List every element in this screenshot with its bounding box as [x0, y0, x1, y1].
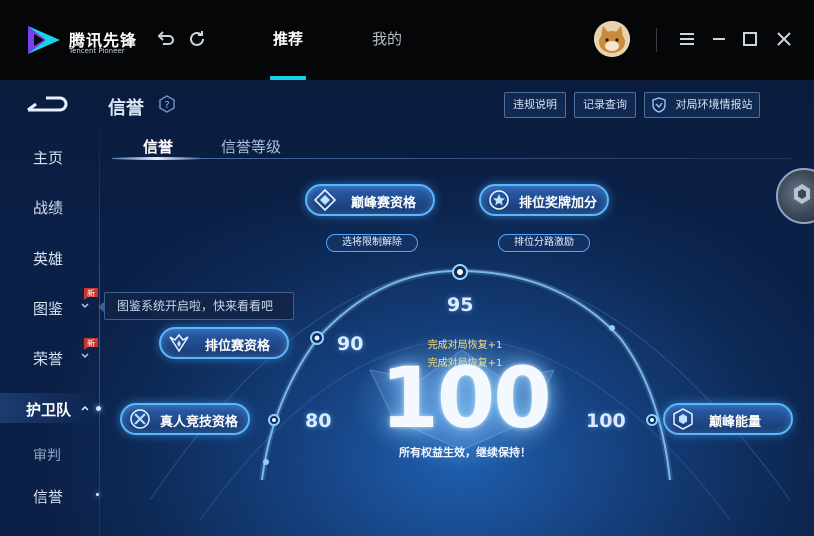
sidebar-item-honor[interactable]: 荣誉 新: [0, 338, 100, 372]
peak-diamond-icon: [313, 188, 337, 212]
sidebar-item-judge[interactable]: 审判: [0, 439, 100, 469]
refresh-icon[interactable]: [186, 28, 208, 50]
title-bar: 腾讯先锋 Tencent Pioneer 推荐 我的: [0, 0, 814, 80]
tab-recommend[interactable]: 推荐: [273, 28, 303, 49]
pill-label: 排位奖牌加分: [519, 196, 598, 211]
rank-wings-icon: [169, 333, 189, 353]
chevron-down-icon[interactable]: [80, 351, 90, 361]
sub-tab-divider: [112, 158, 792, 159]
sidebar: 主页 战绩 英雄 图鉴 新 荣誉 新 护卫队 审判 信誉: [0, 130, 104, 536]
side-drawer-handle[interactable]: [776, 168, 814, 224]
logo-subtext: Tencent Pioneer: [69, 47, 125, 55]
pill-label: 巅峰赛资格: [351, 196, 417, 211]
sidebar-item-label: 战绩: [33, 199, 64, 217]
new-badge: 新: [84, 338, 98, 350]
peak-energy-button[interactable]: 巅峰能量: [663, 403, 793, 435]
energy-hexagon-icon: [673, 408, 693, 430]
credit-panel: 信誉 ? 违规说明 记录查询 对局环境情报站 信誉 信誉等级 主页 战绩 英雄 …: [0, 80, 814, 536]
pill-label: 排位赛资格: [205, 339, 271, 354]
sidebar-item-label: 图鉴: [33, 300, 64, 318]
tab-mine[interactable]: 我的: [372, 28, 402, 49]
peak-qualification-button[interactable]: 巅峰赛资格: [305, 184, 435, 216]
sidebar-active-dot: [96, 406, 101, 411]
tab-credit-level[interactable]: 信誉等级: [221, 136, 281, 157]
rank-qualification-button[interactable]: 排位赛资格: [159, 327, 289, 359]
minimize-icon[interactable]: [708, 28, 730, 50]
logo-mark-icon: [28, 26, 60, 54]
atlas-tooltip: 图鉴系统开启啦，快来看看吧: [98, 292, 294, 320]
credit-score: 100: [380, 349, 551, 447]
title-bar-divider: [656, 28, 657, 52]
new-badge: 新: [84, 288, 98, 300]
undo-icon[interactable]: [155, 28, 177, 50]
menu-icon[interactable]: [676, 28, 698, 50]
tier-label-100: 100: [586, 410, 626, 432]
sidebar-item-label: 审判: [33, 448, 61, 464]
tab-credit[interactable]: 信誉: [143, 136, 173, 157]
crossed-swords-icon: [130, 409, 150, 429]
new-badge-text: 新: [87, 288, 95, 298]
sidebar-item-label: 英雄: [33, 250, 64, 268]
sidebar-item-heroes[interactable]: 英雄: [0, 242, 100, 272]
svg-text:?: ?: [164, 100, 169, 111]
report-button-label: 对局环境情报站: [675, 98, 753, 111]
medal-star-icon: [489, 190, 509, 210]
sidebar-item-credit[interactable]: 信誉: [0, 480, 100, 510]
sidebar-item-label: 信誉: [33, 488, 64, 506]
page-title: 信誉: [108, 98, 144, 119]
peak-sub-tag: 选将限制解除: [326, 234, 418, 252]
hexagon-gear-icon: [794, 184, 810, 204]
sidebar-item-label: 荣誉: [33, 350, 64, 368]
help-icon[interactable]: ?: [158, 95, 176, 113]
avatar[interactable]: [594, 21, 630, 57]
avatar-cat-icon: [594, 21, 630, 57]
credit-status: 所有权益生效，继续保持！: [399, 446, 531, 459]
pill-label: 真人竞技资格: [160, 415, 239, 430]
chevron-up-icon[interactable]: [80, 403, 90, 413]
tier-label-95: 95: [447, 294, 474, 316]
tier-label-90: 90: [337, 333, 364, 355]
back-icon[interactable]: [26, 94, 72, 114]
close-icon[interactable]: [773, 28, 795, 50]
sidebar-sub-dot: [96, 493, 99, 496]
shield-icon: [652, 97, 666, 113]
violation-button[interactable]: 违规说明: [504, 92, 566, 118]
sidebar-item-label: 主页: [33, 149, 64, 167]
tier-label-80: 80: [305, 410, 332, 432]
sidebar-item-records[interactable]: 战绩: [0, 191, 100, 221]
sidebar-item-label: 护卫队: [26, 401, 72, 419]
chevron-down-icon[interactable]: [80, 301, 90, 311]
new-badge-text: 新: [87, 338, 95, 348]
sub-tab-indicator: [112, 157, 202, 160]
real-person-qualification-button[interactable]: 真人竞技资格: [120, 403, 250, 435]
sidebar-item-guard[interactable]: 护卫队: [0, 393, 100, 423]
rank-bonus-sub-tag: 排位分路激励: [498, 234, 590, 252]
records-button[interactable]: 记录查询: [574, 92, 636, 118]
rank-bonus-button[interactable]: 排位奖牌加分: [479, 184, 609, 216]
sidebar-item-home[interactable]: 主页: [0, 141, 100, 171]
pill-label: 巅峰能量: [709, 415, 762, 430]
sidebar-item-atlas[interactable]: 图鉴 新: [0, 288, 100, 322]
maximize-icon[interactable]: [739, 28, 761, 50]
app-logo: 腾讯先锋 Tencent Pioneer: [22, 20, 136, 60]
report-button[interactable]: 对局环境情报站: [644, 92, 760, 118]
